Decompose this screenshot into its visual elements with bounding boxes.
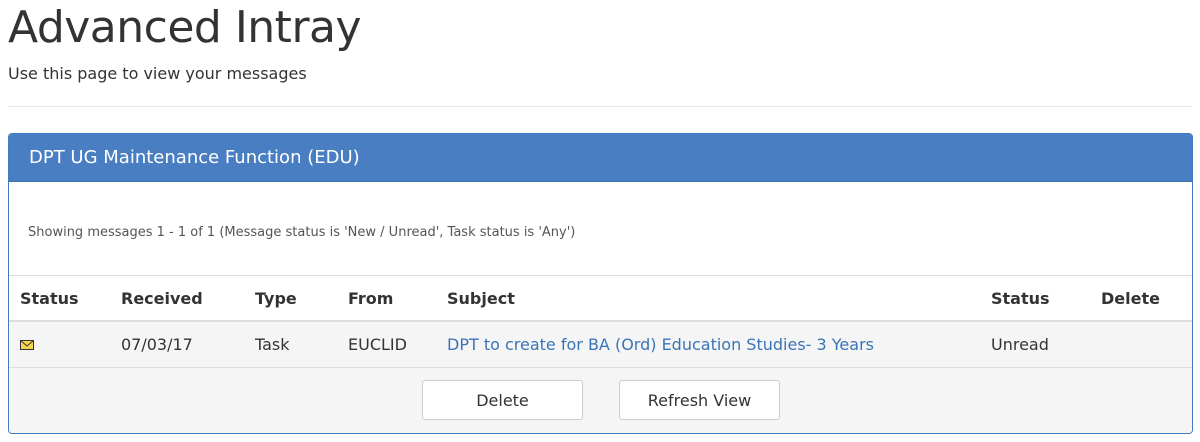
divider xyxy=(8,106,1192,107)
cell-subject-link[interactable]: DPT to create for BA (Ord) Education Stu… xyxy=(447,335,874,354)
page-subtitle: Use this page to view your messages xyxy=(8,64,307,83)
refresh-view-button[interactable]: Refresh View xyxy=(619,380,780,420)
messages-panel: DPT UG Maintenance Function (EDU) Showin… xyxy=(8,133,1193,434)
cell-from: EUCLID xyxy=(348,335,407,354)
column-header-msg-status: Status xyxy=(991,289,1050,308)
column-header-status: Status xyxy=(20,289,79,308)
envelope-icon[interactable] xyxy=(20,340,34,350)
cell-type: Task xyxy=(255,335,290,354)
panel-info-text: Showing messages 1 - 1 of 1 (Message sta… xyxy=(28,225,576,240)
cell-msg-status: Unread xyxy=(991,335,1049,354)
panel-footer xyxy=(9,368,1192,433)
cell-received: 07/03/17 xyxy=(121,335,193,354)
column-header-subject: Subject xyxy=(447,289,515,308)
column-header-delete: Delete xyxy=(1101,289,1160,308)
column-header-type: Type xyxy=(255,289,297,308)
delete-button[interactable]: Delete xyxy=(422,380,583,420)
column-header-received: Received xyxy=(121,289,203,308)
page-title: Advanced Intray xyxy=(8,2,362,53)
panel-heading: DPT UG Maintenance Function (EDU) xyxy=(9,134,1192,182)
column-header-from: From xyxy=(348,289,394,308)
table-top-border xyxy=(9,275,1192,276)
